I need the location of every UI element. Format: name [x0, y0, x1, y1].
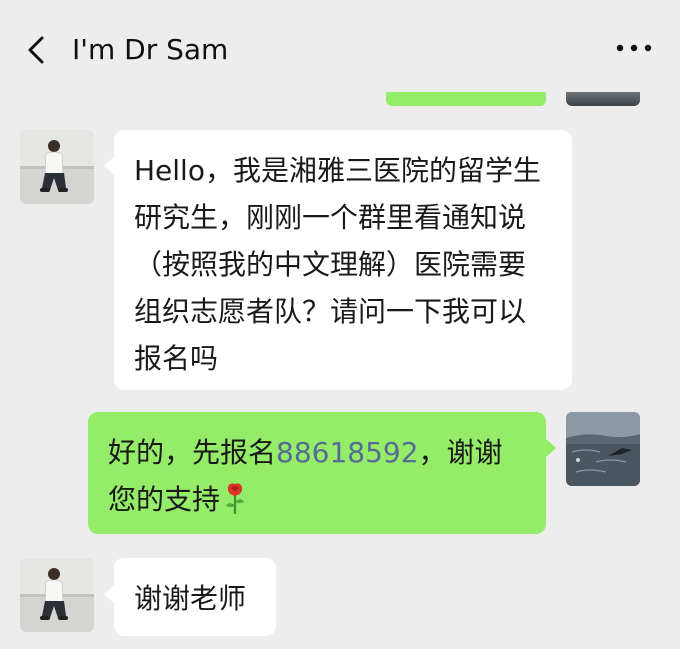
more-options-button[interactable]	[614, 36, 654, 60]
phone-number-link[interactable]: 88618592	[276, 436, 419, 469]
seascape-photo-icon	[566, 412, 640, 486]
chat-header: I'm Dr Sam	[0, 0, 680, 100]
message-bubble-outgoing[interactable]: 好的，先报名88618592，谢谢您的支持	[88, 412, 556, 534]
previous-message-bubble[interactable]	[386, 92, 546, 106]
person-sitting-icon	[20, 558, 94, 632]
back-button[interactable]	[20, 30, 54, 70]
dr-sam-avatar[interactable]	[20, 130, 94, 204]
my-avatar[interactable]	[566, 412, 640, 486]
message-text-before: 好的，先报名	[108, 436, 277, 469]
more-dots-icon	[616, 44, 652, 52]
message-text: Hello，我是湘雅三医院的留学生研究生，刚刚一个群里看通知说（按照我的中文理解…	[134, 154, 541, 375]
rose-icon	[222, 481, 248, 515]
message-bubble-incoming[interactable]: Hello，我是湘雅三医院的留学生研究生，刚刚一个群里看通知说（按照我的中文理解…	[104, 130, 572, 390]
person-sitting-icon	[20, 130, 94, 204]
dr-sam-avatar[interactable]	[20, 558, 94, 632]
message-bubble-incoming[interactable]: 谢谢老师	[104, 558, 276, 636]
message-text: 谢谢老师	[134, 582, 247, 615]
chat-title: I'm Dr Sam	[72, 33, 229, 66]
my-avatar-partial[interactable]	[566, 92, 640, 106]
chevron-left-icon	[28, 36, 44, 64]
